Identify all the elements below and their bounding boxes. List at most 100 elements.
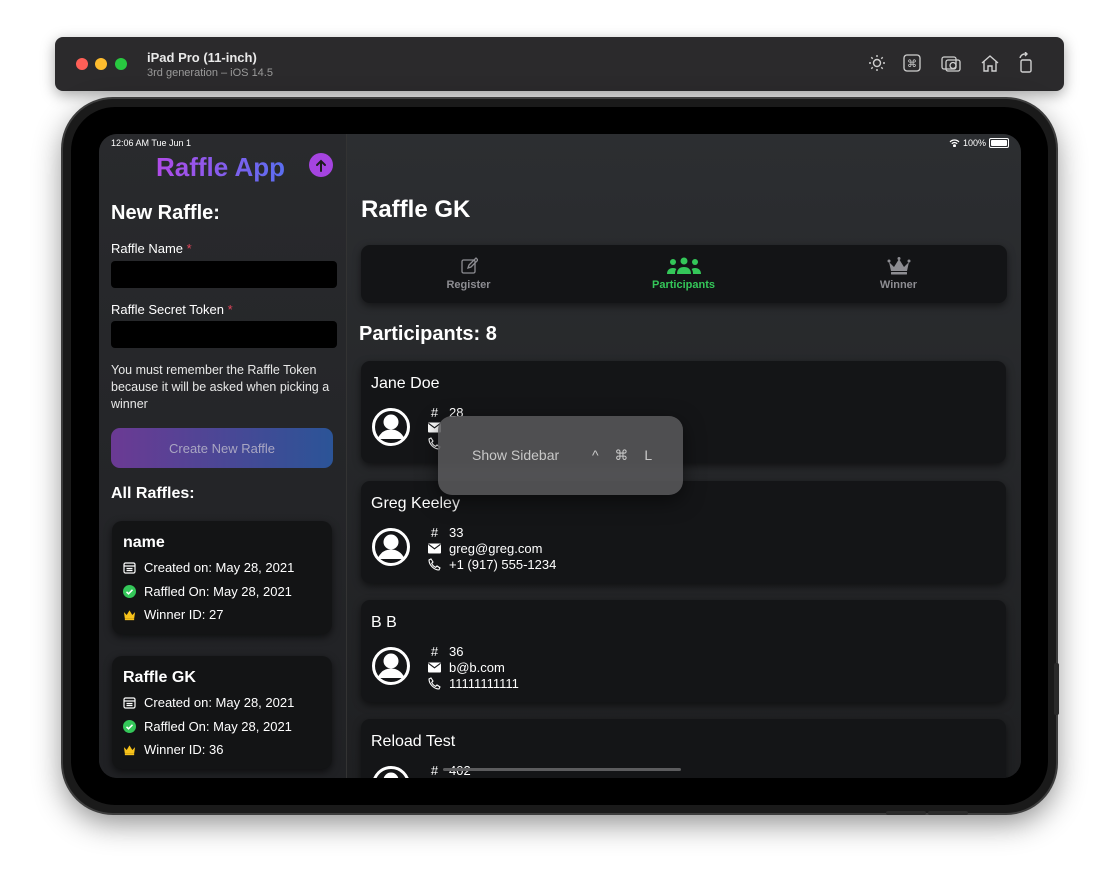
participant-email: greg@greg.com xyxy=(449,541,543,556)
raffle-card-name: Raffle GK xyxy=(123,669,196,686)
new-raffle-heading: New Raffle: xyxy=(111,202,220,224)
raffle-card-name: name xyxy=(123,534,165,551)
raffle-name-label-text: Raffle Name xyxy=(111,241,184,256)
calendar-icon xyxy=(123,562,136,574)
tooltip-shortcut: ^ ⌘ L xyxy=(592,447,659,463)
svg-text:⌘: ⌘ xyxy=(907,59,917,70)
wifi-icon xyxy=(949,139,960,147)
home-indicator[interactable] xyxy=(443,768,681,771)
phone-icon xyxy=(428,677,441,690)
raffle-raffled-text: Raffled On: May 28, 2021 xyxy=(144,719,292,734)
all-raffles-heading: All Raffles: xyxy=(111,485,195,502)
participant-phone: 11111111111 xyxy=(449,676,519,691)
tab-winner[interactable]: Winner xyxy=(791,245,1006,303)
ipad-screen: 12:06 AM Tue Jun 1 Raffle App New Raffle… xyxy=(99,134,1021,778)
participant-phone-row: 11111111111 xyxy=(428,676,519,691)
raffle-created-text: Created on: May 28, 2021 xyxy=(144,695,295,710)
raffle-raffled-text: Raffled On: May 28, 2021 xyxy=(144,584,292,599)
raffle-name-input[interactable] xyxy=(111,261,337,288)
upload-button[interactable] xyxy=(309,153,333,177)
person-circle-icon xyxy=(372,408,410,446)
rotate-icon[interactable] xyxy=(1015,51,1037,74)
raffle-created-row: Created on: May 28, 2021 xyxy=(123,695,294,710)
screenshot-icon[interactable] xyxy=(940,52,962,74)
crown-icon xyxy=(123,745,136,756)
raffle-winner-row: Winner ID: 27 xyxy=(123,607,223,622)
raffle-title: Raffle GK xyxy=(361,196,471,223)
participants-count: Participants: 8 xyxy=(359,323,497,345)
side-button xyxy=(1054,663,1059,715)
raffle-winner-row: Winner ID: 36 xyxy=(123,742,223,757)
participant-name: Greg Keeley xyxy=(371,495,460,512)
participant-email-row: greg@greg.com xyxy=(428,541,542,556)
sidebar: 12:06 AM Tue Jun 1 Raffle App New Raffle… xyxy=(99,134,347,778)
raffle-winner-text: Winner ID: 27 xyxy=(144,607,224,622)
participant-card[interactable]: Greg Keeley # 33 greg@greg.com +1 (917) … xyxy=(361,481,1006,583)
number-icon: # xyxy=(430,405,439,420)
shortcut-tooltip: Show Sidebar ^ ⌘ L xyxy=(438,416,683,495)
calendar-icon xyxy=(123,697,136,709)
participant-name: Reload Test xyxy=(371,733,456,750)
checkmark-circle-icon xyxy=(123,720,136,733)
simulator-device-name: iPad Pro (11-inch) xyxy=(147,50,257,65)
close-window-button[interactable] xyxy=(76,58,88,70)
create-raffle-button[interactable]: Create New Raffle xyxy=(111,428,333,468)
participant-phone: +1 (917) 555-1234 xyxy=(449,557,557,572)
raffle-name-label: Raffle Name * xyxy=(111,241,192,256)
zoom-window-button[interactable] xyxy=(115,58,127,70)
person-circle-icon xyxy=(372,647,410,685)
participant-phone-row: +1 (917) 555-1234 xyxy=(428,557,556,572)
raffle-card[interactable]: name Created on: May 28, 2021 Raffled On… xyxy=(112,521,332,634)
home-icon[interactable] xyxy=(979,52,1001,74)
number-icon: # xyxy=(430,644,439,659)
tab-register[interactable]: Register xyxy=(361,245,576,303)
raffle-raffled-row: Raffled On: May 28, 2021 xyxy=(123,719,292,734)
crown-icon xyxy=(123,610,136,621)
participant-card[interactable]: B B # 36 b@b.com 11111111111 xyxy=(361,600,1006,702)
number-icon: # xyxy=(430,525,439,540)
arrow-up-icon xyxy=(316,159,326,172)
people-icon xyxy=(666,257,701,274)
brightness-icon[interactable] xyxy=(866,52,888,74)
tooltip-label: Show Sidebar xyxy=(472,447,560,463)
raffle-token-label-text: Raffle Secret Token xyxy=(111,302,224,317)
participant-id-row: # 36 xyxy=(428,644,464,659)
participant-id: 36 xyxy=(449,644,464,659)
envelope-icon xyxy=(428,662,441,673)
battery-percent: 100% xyxy=(962,138,986,148)
battery-icon xyxy=(989,138,1009,148)
status-time: 12:06 AM Tue Jun 1 xyxy=(111,138,192,148)
required-mark: * xyxy=(227,302,233,317)
tab-bar: Register Participants Winner xyxy=(361,245,1007,303)
volume-button xyxy=(886,811,926,815)
raffle-created-text: Created on: May 28, 2021 xyxy=(144,560,295,575)
participant-email-row: b@b.com xyxy=(428,660,505,675)
raffle-created-row: Created on: May 28, 2021 xyxy=(123,560,294,575)
raffle-winner-text: Winner ID: 36 xyxy=(144,742,224,757)
tab-participants[interactable]: Participants xyxy=(576,245,791,303)
tab-participants-label: Participants xyxy=(652,279,715,291)
required-mark: * xyxy=(186,241,192,256)
participant-email: b@b.com xyxy=(449,660,505,675)
simulator-title-bar: iPad Pro (11-inch) 3rd generation – iOS … xyxy=(55,37,1064,91)
checkmark-circle-icon xyxy=(123,585,136,598)
person-circle-icon xyxy=(372,528,410,566)
crown-icon xyxy=(887,257,910,275)
person-circle-icon xyxy=(373,766,409,778)
minimize-window-button[interactable] xyxy=(95,58,107,70)
phone-icon xyxy=(428,558,441,571)
participant-name: B B xyxy=(371,614,397,631)
simulator-device-subtitle: 3rd generation – iOS 14.5 xyxy=(147,67,273,79)
command-icon[interactable]: ⌘ xyxy=(901,52,923,74)
app-title: Raffle App xyxy=(156,152,286,182)
status-indicators: 100% xyxy=(949,138,1009,148)
tab-register-label: Register xyxy=(446,279,491,291)
raffle-token-input[interactable] xyxy=(111,321,337,348)
participant-name: Jane Doe xyxy=(371,375,440,392)
token-help-text: You must remember the Raffle Token becau… xyxy=(111,363,330,411)
number-icon: # xyxy=(430,763,439,778)
raffle-token-label: Raffle Secret Token * xyxy=(111,302,233,317)
raffle-card[interactable]: Raffle GK Created on: May 28, 2021 Raffl… xyxy=(112,656,332,769)
participant-id-row: # 33 xyxy=(428,525,464,540)
participant-id: 33 xyxy=(449,525,464,540)
